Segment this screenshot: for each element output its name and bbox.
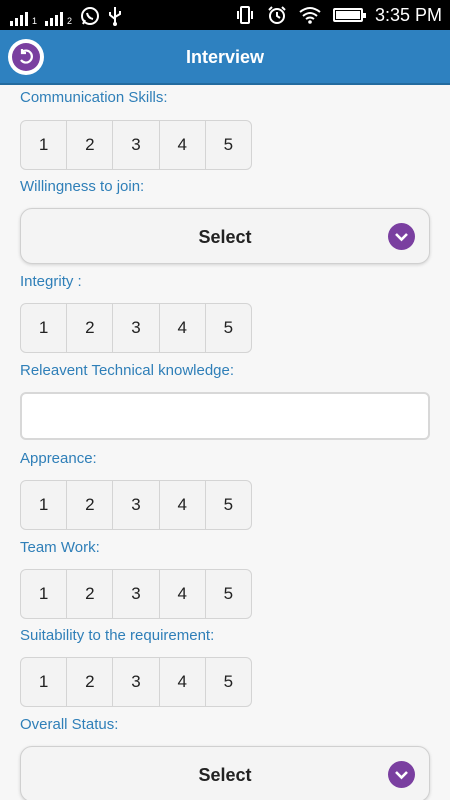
willingness-label: Willingness to join: (20, 178, 145, 195)
rating-option[interactable]: 3 (113, 658, 160, 706)
back-button[interactable] (8, 39, 44, 75)
rating-option[interactable]: 2 (67, 304, 114, 352)
rating-option[interactable]: 3 (113, 481, 160, 529)
rating-option[interactable]: 3 (113, 304, 160, 352)
overall-status-label: Overall Status: (20, 716, 119, 733)
signal-icon: 1 (10, 10, 37, 26)
rating-option[interactable]: 3 (113, 570, 160, 618)
status-time: 3:35 PM (374, 4, 442, 25)
page-title: Interview (185, 47, 265, 67)
chevron-down-icon (388, 223, 415, 250)
communication-skills-label: Communication Skills: (20, 89, 168, 106)
status-bar-left: 1 2 (10, 4, 122, 26)
rating-option[interactable]: 1 (21, 121, 68, 169)
technical-knowledge-input[interactable] (20, 392, 430, 440)
team-work-rating: 1 2 3 4 5 (20, 569, 252, 619)
rating-option[interactable]: 2 (67, 658, 114, 706)
rating-option[interactable]: 1 (21, 481, 68, 529)
willingness-select[interactable]: Select (20, 208, 430, 264)
rating-option[interactable]: 5 (206, 304, 251, 352)
appearance-label: Appreance: (20, 450, 97, 467)
rating-option[interactable]: 1 (21, 570, 68, 618)
whatsapp-icon (81, 7, 100, 25)
rating-option[interactable]: 1 (21, 658, 68, 706)
overall-status-select-value: Select (198, 765, 252, 785)
sim2-label: 2 (67, 16, 73, 26)
wifi-icon (299, 7, 321, 24)
rating-option[interactable]: 4 (160, 481, 206, 529)
sim1-label: 1 (32, 16, 38, 26)
suitability-label: Suitability to the requirement: (20, 627, 215, 644)
rating-option[interactable]: 2 (67, 570, 114, 618)
willingness-select-value: Select (198, 227, 252, 247)
signal-icon: 2 (45, 10, 72, 26)
rating-option[interactable]: 5 (206, 658, 251, 706)
chevron-down-icon (388, 761, 415, 788)
rating-option[interactable]: 5 (206, 570, 251, 618)
app-bar: Interview (0, 30, 450, 85)
rating-option[interactable]: 4 (160, 121, 206, 169)
overall-status-select[interactable]: Select (20, 746, 430, 800)
technical-knowledge-label: Releavent Technical knowledge: (20, 362, 235, 379)
back-icon (12, 43, 40, 71)
rating-option[interactable]: 3 (113, 121, 160, 169)
suitability-rating: 1 2 3 4 5 (20, 657, 252, 707)
rating-option[interactable]: 1 (21, 304, 68, 352)
rating-option[interactable]: 2 (67, 121, 114, 169)
status-bar-right: 3:35 PM (235, 0, 442, 30)
communication-skills-rating: 1 2 3 4 5 (20, 120, 252, 170)
rating-option[interactable]: 2 (67, 481, 114, 529)
status-bar: 1 2 3:35 PM (0, 0, 450, 30)
rating-option[interactable]: 4 (160, 658, 206, 706)
integrity-label: Integrity : (20, 273, 82, 290)
usb-icon (109, 7, 122, 26)
interview-form: Communication Skills: 1 2 3 4 5 Willingn… (0, 87, 450, 800)
appearance-rating: 1 2 3 4 5 (20, 480, 252, 530)
alarm-icon (268, 6, 286, 24)
team-work-label: Team Work: (20, 539, 100, 556)
vibrate-icon (236, 6, 253, 24)
rating-option[interactable]: 5 (206, 481, 251, 529)
rating-option[interactable]: 5 (206, 121, 251, 169)
integrity-rating: 1 2 3 4 5 (20, 303, 252, 353)
rating-option[interactable]: 4 (160, 304, 206, 352)
rating-option[interactable]: 4 (160, 570, 206, 618)
battery-icon (332, 8, 366, 22)
